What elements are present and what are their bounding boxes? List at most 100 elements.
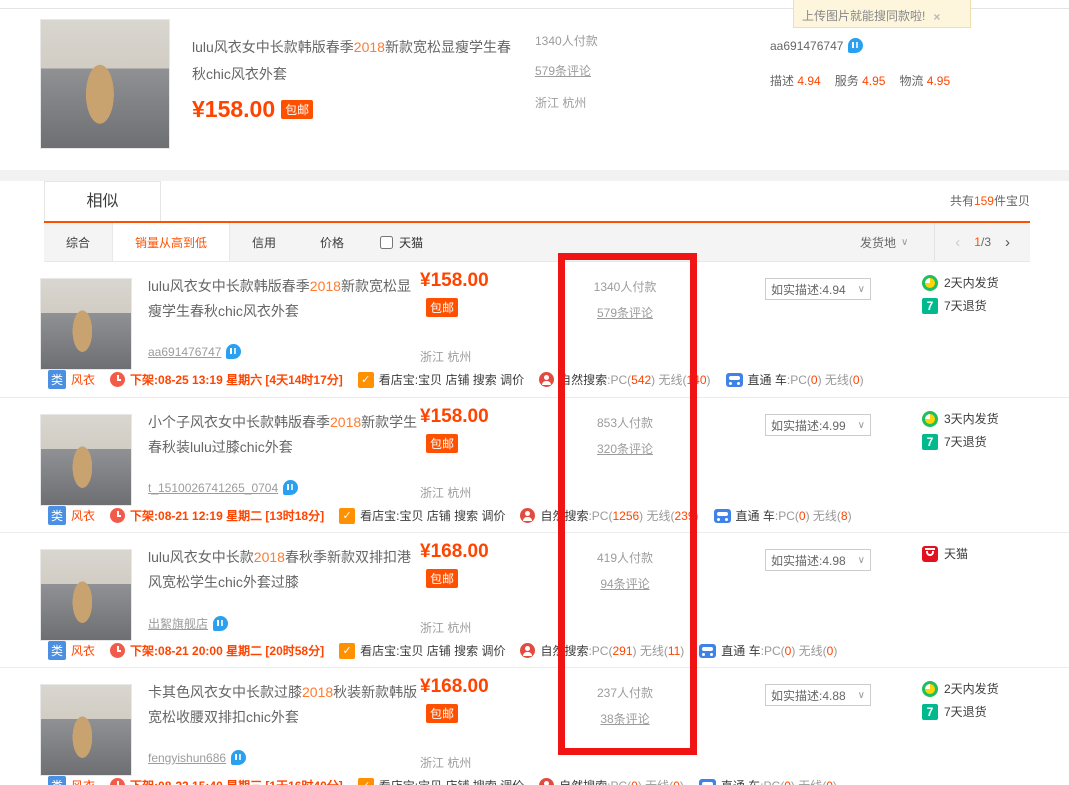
total-items-text: 共有159件宝贝 bbox=[950, 192, 1030, 209]
category-value[interactable]: 风衣 bbox=[71, 371, 95, 388]
desc-rating-select[interactable]: 如实描述:4.94∨ bbox=[765, 278, 871, 300]
price: ¥158.00 bbox=[420, 406, 489, 428]
page-total: /3 bbox=[981, 235, 991, 249]
tmall-filter[interactable]: 天猫 bbox=[366, 223, 437, 261]
header-ratings: 描述 4.94服务 4.95物流 4.95 bbox=[770, 72, 964, 89]
page-current: 1 bbox=[974, 235, 981, 249]
next-page-icon[interactable]: › bbox=[1005, 234, 1010, 251]
wangwang-chat-icon[interactable] bbox=[231, 750, 246, 765]
service-badges: 天猫 bbox=[922, 545, 968, 562]
seller-name[interactable]: aa691476747 bbox=[148, 345, 221, 359]
tooltip-close-icon[interactable]: × bbox=[933, 10, 940, 24]
zhitongche-stats: 直通 车:PC(0) 无线(8) bbox=[736, 507, 852, 524]
zhitongche-stats: 直通 车:PC(0) 无线(0) bbox=[721, 777, 837, 785]
product-image[interactable] bbox=[40, 414, 132, 506]
ship-time-badge: 3天内发货 bbox=[922, 410, 999, 427]
category-value[interactable]: 风衣 bbox=[71, 507, 95, 524]
product-title[interactable]: lulu风衣女中长款2018春秋季新款双排扣港风宽松学生chic外套过膝 bbox=[148, 545, 424, 595]
natural-search-icon bbox=[539, 778, 554, 785]
offshelf-clock-icon bbox=[110, 372, 125, 387]
clock-icon bbox=[922, 681, 938, 697]
category-value[interactable]: 风衣 bbox=[71, 777, 95, 785]
tmall-cat-icon bbox=[922, 546, 938, 562]
reviews-link[interactable]: 320条评论 bbox=[540, 440, 710, 457]
reviews-link[interactable]: 94条评论 bbox=[540, 575, 710, 592]
kandianbao-icon: ✓ bbox=[358, 372, 374, 388]
sort-sales-desc[interactable]: 销量从高到低 bbox=[112, 223, 230, 261]
category-value[interactable]: 风衣 bbox=[71, 642, 95, 659]
product-image[interactable] bbox=[40, 549, 132, 641]
sort-credit[interactable]: 信用 bbox=[230, 223, 298, 261]
product-title[interactable]: lulu风衣女中长款韩版春季2018新款宽松显瘦学生春秋chic风衣外套 bbox=[148, 274, 424, 324]
header-product-image[interactable] bbox=[40, 19, 170, 149]
kandianbao-links[interactable]: 看店宝:宝贝 店铺 搜索 调价 bbox=[360, 507, 505, 524]
free-shipping-badge: 包邮 bbox=[420, 434, 458, 454]
seller-link[interactable]: fengyishun686 bbox=[148, 750, 246, 765]
tmall-checkbox[interactable] bbox=[380, 236, 393, 249]
header-reviews-text[interactable]: 579条评论 bbox=[535, 64, 591, 78]
offshelf-clock-icon bbox=[110, 643, 125, 658]
wangwang-chat-icon[interactable] bbox=[226, 344, 241, 359]
sort-default[interactable]: 综合 bbox=[44, 223, 112, 261]
seller-link[interactable]: aa691476747 bbox=[148, 344, 241, 359]
product-image[interactable] bbox=[40, 278, 132, 370]
seller-name[interactable]: 出絮旗舰店 bbox=[148, 617, 208, 631]
header-reviews-link[interactable]: 579条评论 bbox=[535, 62, 591, 79]
header-seller-name[interactable]: aa691476747 bbox=[770, 39, 843, 53]
reviews-link[interactable]: 38条评论 bbox=[540, 710, 710, 727]
natural-search-icon bbox=[539, 372, 554, 387]
desc-rating-value: 如实描述:4.94 bbox=[771, 281, 846, 298]
desc-rating-value: 如实描述:4.98 bbox=[771, 552, 846, 569]
seller-name[interactable]: t_1510026741265_0704 bbox=[148, 481, 278, 495]
chevron-down-icon: ∨ bbox=[858, 555, 865, 566]
return-badge: 77天退货 bbox=[922, 703, 999, 720]
offshelf-clock-icon bbox=[110, 508, 125, 523]
taobao-similar-items-page: lulu风衣女中长款韩版春季2018新款宽松显瘦学生春秋chic风衣外套 ¥15… bbox=[0, 0, 1069, 785]
kandianbao-links[interactable]: 看店宝:宝贝 店铺 搜索 调价 bbox=[360, 642, 505, 659]
kandianbao-links[interactable]: 看店宝:宝贝 店铺 搜索 调价 bbox=[379, 371, 524, 388]
header-seller[interactable]: aa691476747 bbox=[770, 38, 863, 53]
zhitongche-car-icon bbox=[726, 373, 743, 387]
seller-name[interactable]: fengyishun686 bbox=[148, 751, 226, 765]
desc-rating-select[interactable]: 如实描述:4.99 ∨ bbox=[765, 414, 871, 436]
service-badges: 2天内发货 77天退货 bbox=[922, 680, 999, 720]
chevron-down-icon: ∨ bbox=[901, 237, 908, 248]
seller-link[interactable]: t_1510026741265_0704 bbox=[148, 480, 298, 495]
desc-rating-select[interactable]: 如实描述:4.98 ∨ bbox=[765, 549, 871, 571]
ship-from-dropdown[interactable]: 发货地 ∨ bbox=[834, 223, 934, 261]
kandianbao-links[interactable]: 看店宝:宝贝 店铺 搜索 调价 bbox=[379, 777, 524, 785]
product-image[interactable] bbox=[40, 684, 132, 776]
sort-price[interactable]: 价格 bbox=[298, 223, 366, 261]
seller-link[interactable]: 出絮旗舰店 bbox=[148, 615, 228, 632]
kandianbao-icon: ✓ bbox=[358, 778, 374, 785]
free-shipping-badge: 包邮 bbox=[420, 298, 458, 318]
location: 浙江 杭州 bbox=[420, 484, 471, 501]
natural-search-icon bbox=[520, 643, 535, 658]
total-count: 159 bbox=[974, 194, 994, 208]
wangwang-chat-icon[interactable] bbox=[213, 616, 228, 631]
result-row: 卡其色风衣女中长款过膝2018秋装新款韩版宽松收腰双排扣chic外套 fengy… bbox=[0, 667, 1069, 785]
prev-page-icon[interactable]: ‹ bbox=[955, 234, 960, 251]
tmall-checkbox-label: 天猫 bbox=[399, 234, 423, 251]
tab-similar[interactable]: 相似 bbox=[44, 181, 161, 222]
rating-serv-value: 4.95 bbox=[862, 74, 885, 88]
wangwang-chat-icon[interactable] bbox=[848, 38, 863, 53]
offshelf-time: 下架:08-25 13:19 星期六 [4天14时17分] bbox=[130, 371, 343, 388]
ship-time-badge: 2天内发货 bbox=[922, 274, 999, 291]
category-badge: 类 bbox=[48, 776, 66, 785]
total-prefix: 共有 bbox=[950, 194, 974, 208]
row-info-bar: 类 风衣 下架:08-21 12:19 星期二 [13时18分] ✓ 看店宝:宝… bbox=[48, 506, 1039, 525]
ship-from-label: 发货地 bbox=[860, 234, 896, 251]
reviews-link[interactable]: 579条评论 bbox=[540, 304, 710, 321]
header-product-title[interactable]: lulu风衣女中长款韩版春季2018新款宽松显瘦学生春秋chic风衣外套 bbox=[192, 34, 512, 88]
desc-rating-value: 如实描述:4.99 bbox=[771, 417, 846, 434]
rating-ship-label: 物流 bbox=[899, 74, 923, 88]
desc-rating-select[interactable]: 如实描述:4.88∨ bbox=[765, 684, 871, 706]
wangwang-chat-icon[interactable] bbox=[283, 480, 298, 495]
upload-image-tooltip: 上传图片就能搜同款啦! × bbox=[793, 0, 971, 28]
chevron-down-icon: ∨ bbox=[858, 420, 865, 431]
paid-count: 853人付款 bbox=[540, 414, 710, 431]
product-title[interactable]: 小个子风衣女中长款韩版春季2018新款学生春秋装lulu过膝chic外套 bbox=[148, 410, 424, 460]
natural-search-icon bbox=[520, 508, 535, 523]
product-title[interactable]: 卡其色风衣女中长款过膝2018秋装新款韩版宽松收腰双排扣chic外套 bbox=[148, 680, 424, 730]
